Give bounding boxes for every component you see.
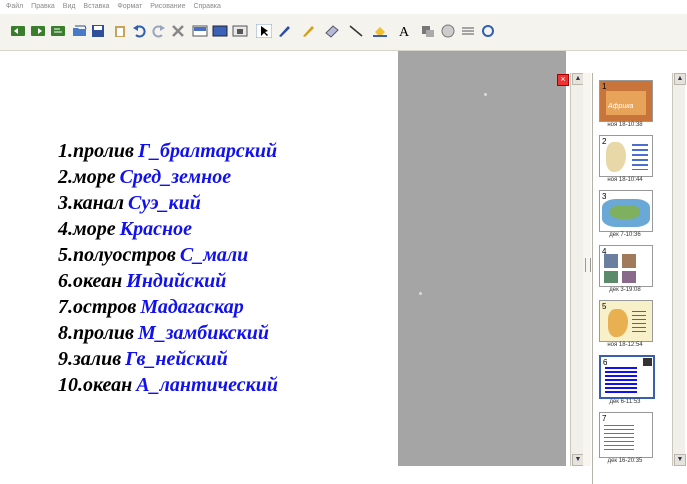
page-thumbnail[interactable]: 3 xyxy=(599,190,653,232)
slide-canvas[interactable]: 1.пролив Г_бралтарский 2.море Сред_земное … xyxy=(0,51,398,484)
svg-text:A: A xyxy=(399,25,410,38)
page-thumbnail[interactable]: 7 xyxy=(599,412,653,458)
undo-icon[interactable] xyxy=(132,24,148,38)
redo-icon[interactable] xyxy=(150,24,166,38)
thumbnails-scrollbar[interactable]: ▲ ▼ xyxy=(672,73,686,466)
thumbnail-date: дек 6-11:53 xyxy=(609,399,641,405)
menu-insert[interactable]: Вставка xyxy=(83,3,109,10)
capture-icon[interactable] xyxy=(232,24,248,38)
answer-line: 4.море Красное xyxy=(58,218,192,240)
answer-line: 10.океан А_лантический xyxy=(58,374,279,396)
dot-marker xyxy=(484,93,487,96)
thumbnail-menu-icon[interactable] xyxy=(643,358,652,366)
splitter-grip-icon[interactable] xyxy=(585,258,591,272)
menu-file[interactable]: Файл xyxy=(6,3,23,10)
slide-scrollbar[interactable]: ▲ ▼ xyxy=(570,73,584,466)
thumbnail-date: ноя 18-12:54 xyxy=(607,342,643,348)
thumbnail-title: Африка xyxy=(608,103,634,110)
menu-more-icon[interactable] xyxy=(460,24,476,38)
back-icon[interactable] xyxy=(10,24,26,38)
gallery-icon[interactable] xyxy=(440,24,456,38)
page-sorter: 1 Африка ноя 18-10:38 2 ноя 18-10:44 3 д… xyxy=(592,73,673,484)
menu-format[interactable]: Формат xyxy=(117,3,142,10)
fill-icon[interactable] xyxy=(372,24,388,38)
thumbnail-date: ноя 18-10:38 xyxy=(607,122,643,128)
select-icon[interactable] xyxy=(256,24,272,38)
toolbar: A xyxy=(0,14,687,51)
dot-marker xyxy=(419,292,422,295)
menu-help[interactable]: Справка xyxy=(193,3,220,10)
thumbnail-date: дек 16-20:35 xyxy=(607,458,643,464)
menu-edit[interactable]: Правка xyxy=(31,3,55,10)
creative-pen-icon[interactable] xyxy=(300,24,316,38)
move-icon[interactable] xyxy=(420,24,436,38)
answer-line: 2.море Сред_земное xyxy=(58,166,232,188)
page-thumbnail[interactable]: 1 Африка xyxy=(599,80,653,122)
menu-view[interactable]: Вид xyxy=(63,3,76,10)
thumbnail-date: дек 3-19:08 xyxy=(609,287,641,293)
page-thumbnail[interactable]: 5 xyxy=(599,300,653,342)
full-screen-icon[interactable] xyxy=(212,24,228,38)
scroll-down-icon[interactable]: ▼ xyxy=(674,454,686,466)
thumbnail-date: дек 7-10:36 xyxy=(609,232,641,238)
answer-line: 6.океан Индийский xyxy=(58,270,227,292)
answer-line: 8.пролив М_замбикский xyxy=(58,322,269,344)
screen-shade-icon[interactable] xyxy=(192,24,208,38)
page-thumbnail-selected[interactable]: 6 xyxy=(599,355,655,399)
forward-icon[interactable] xyxy=(30,24,46,38)
menu-draw[interactable]: Рисование xyxy=(150,3,185,10)
line-icon[interactable] xyxy=(348,24,364,38)
delete-icon[interactable] xyxy=(170,24,186,38)
paste-icon[interactable] xyxy=(112,24,128,38)
refresh-icon[interactable] xyxy=(480,24,496,38)
thumbnail-date: ноя 18-10:44 xyxy=(607,177,643,183)
grey-pane xyxy=(398,51,566,466)
scroll-up-icon[interactable]: ▲ xyxy=(674,73,686,85)
menu-bar: Файл Правка Вид Вставка Формат Рисование… xyxy=(0,0,687,14)
forward-page-icon[interactable] xyxy=(50,24,66,38)
page-thumbnail[interactable]: 2 xyxy=(599,135,653,177)
answer-line: 5.полуостров С_мали xyxy=(58,244,249,266)
close-button[interactable]: × xyxy=(557,74,569,86)
save-icon[interactable] xyxy=(90,24,106,38)
pen-icon[interactable] xyxy=(276,24,292,38)
eraser-icon[interactable] xyxy=(324,24,340,38)
answer-line: 9.залив Гв_нейский xyxy=(58,348,228,370)
pane-splitter[interactable] xyxy=(583,73,591,466)
open-icon[interactable] xyxy=(72,24,88,38)
answer-line: 1.пролив Г_бралтарский xyxy=(58,140,278,162)
text-icon[interactable]: A xyxy=(396,24,412,38)
answer-line: 7.остров Мадагаскар xyxy=(58,296,244,318)
answer-line: 3.канал Суэ_кий xyxy=(58,192,201,214)
page-thumbnail[interactable]: 4 xyxy=(599,245,653,287)
